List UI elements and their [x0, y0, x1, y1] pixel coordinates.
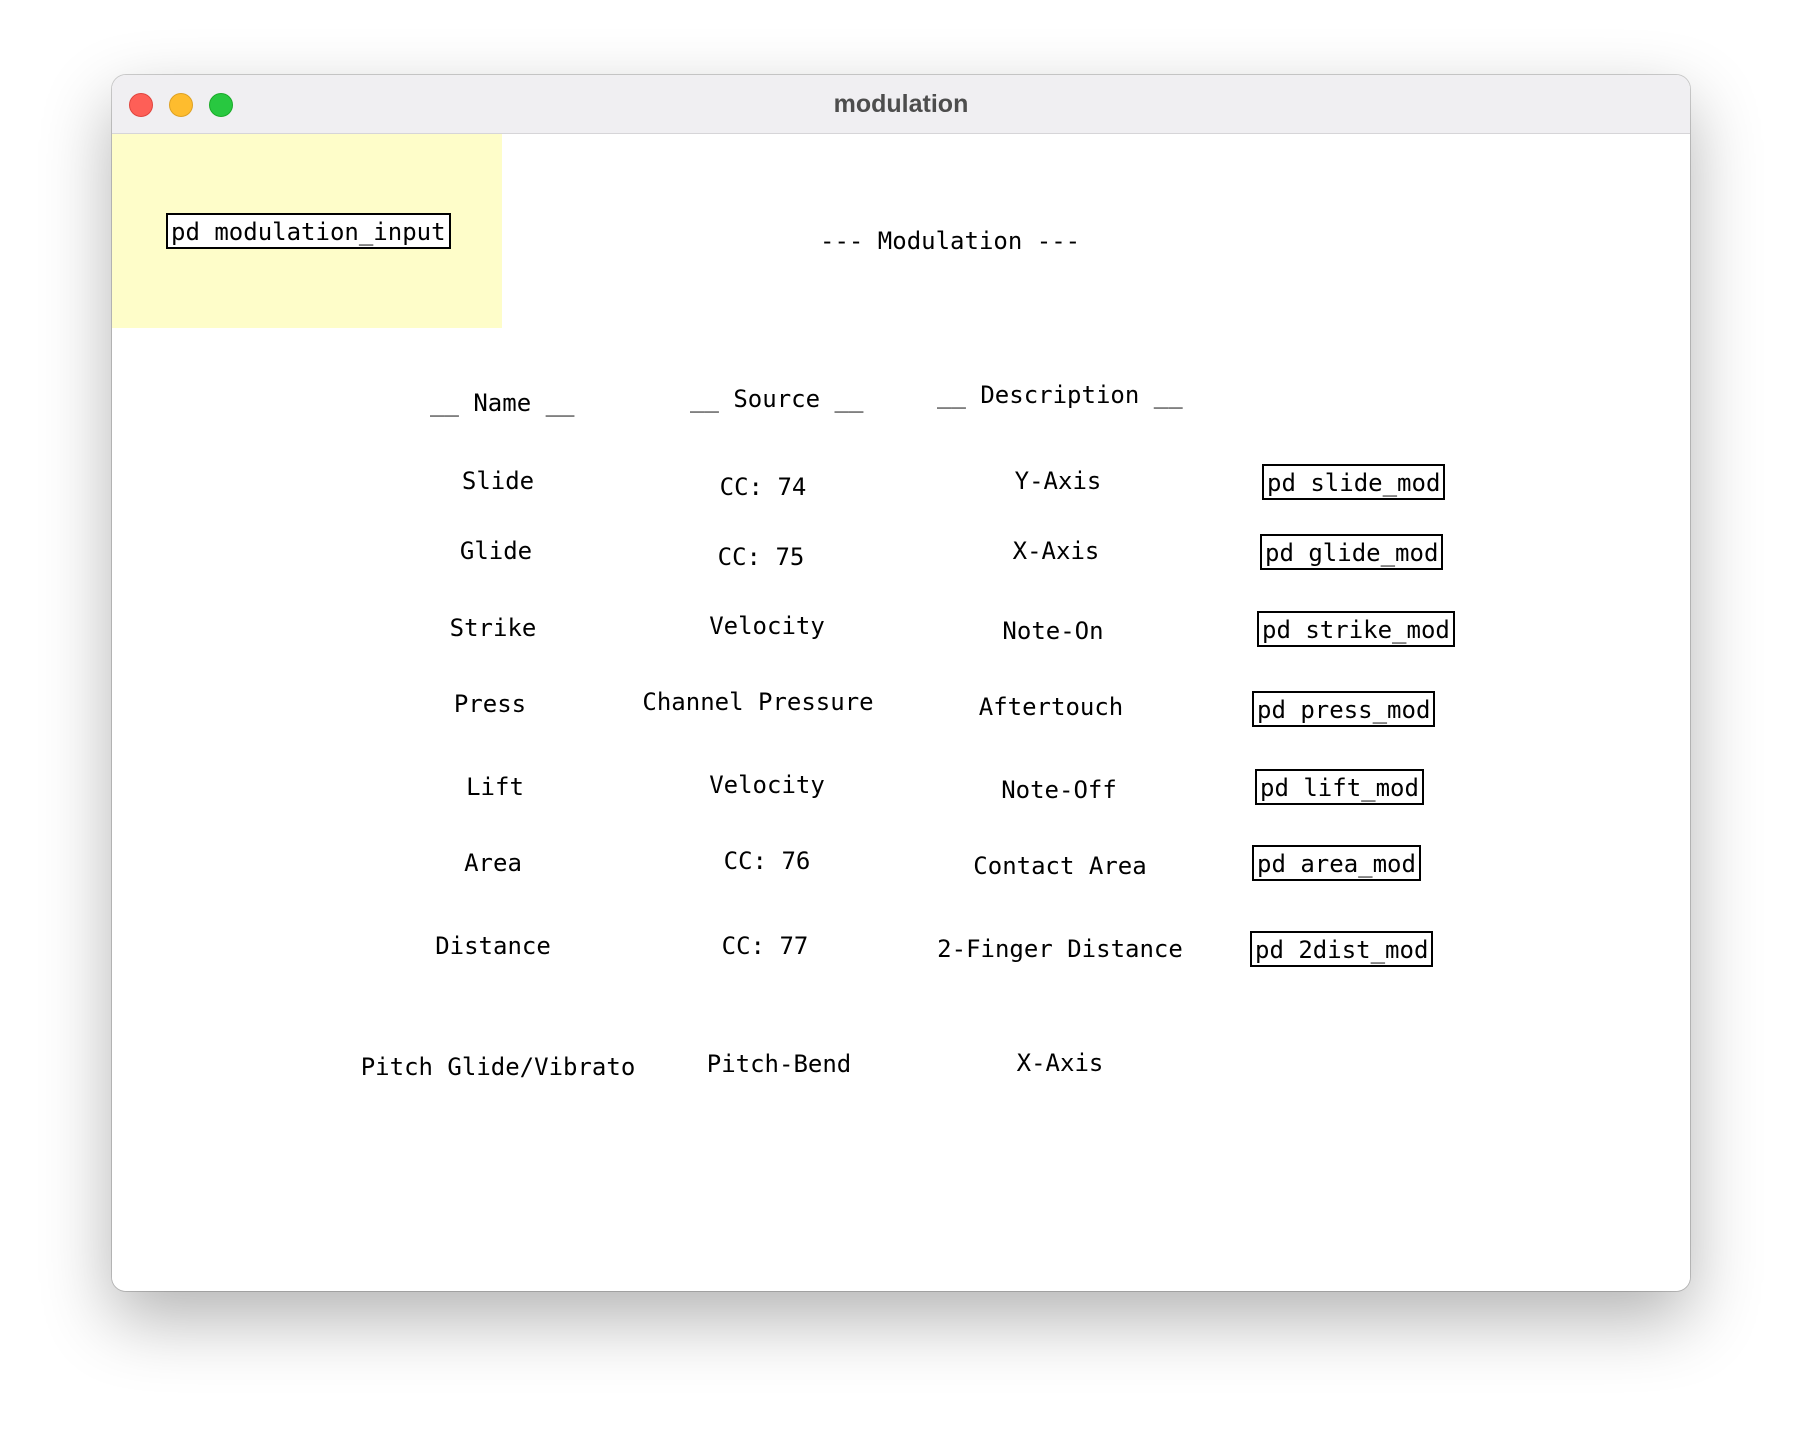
row-name: Lift: [466, 773, 524, 801]
object-press-mod[interactable]: pd press_mod: [1252, 691, 1436, 727]
row-description: Aftertouch: [978, 693, 1124, 721]
row-description: X-Axis: [1012, 537, 1100, 565]
column-header-description: __ Description __: [937, 381, 1183, 409]
row-source: CC: 74: [719, 473, 807, 501]
row-source: Channel Pressure: [642, 688, 874, 716]
row-name: Press: [453, 690, 527, 718]
row-description: X-Axis: [1016, 1049, 1104, 1077]
row-source: CC: 77: [721, 932, 809, 960]
row-description: Y-Axis: [1014, 467, 1102, 495]
row-name: Strike: [449, 614, 537, 642]
column-header-source: __ Source __: [690, 385, 864, 413]
row-source: Velocity: [709, 612, 825, 640]
row-name: Glide: [459, 537, 533, 565]
row-name: Area: [464, 849, 522, 877]
row-name: Distance: [435, 932, 551, 960]
row-description: Note-Off: [1001, 776, 1117, 804]
row-source: Pitch-Bend: [706, 1050, 852, 1078]
row-source: Velocity: [709, 771, 825, 799]
pd-patch-window: modulation pd modulation_input --- Modul…: [112, 75, 1690, 1291]
row-description: 2-Finger Distance: [937, 935, 1183, 963]
object-area-mod[interactable]: pd area_mod: [1252, 845, 1421, 881]
row-source: CC: 75: [717, 543, 805, 571]
object-lift-mod[interactable]: pd lift_mod: [1255, 769, 1424, 805]
object-2dist-mod[interactable]: pd 2dist_mod: [1250, 931, 1434, 967]
object-strike-mod[interactable]: pd strike_mod: [1257, 611, 1455, 647]
patch-canvas[interactable]: pd modulation_input --- Modulation --- _…: [112, 134, 1690, 1291]
object-modulation-input[interactable]: pd modulation_input: [166, 213, 451, 249]
row-description: Note-On: [1002, 617, 1104, 645]
column-header-name: __ Name __: [430, 389, 575, 417]
window-title: modulation: [833, 90, 969, 118]
title-bar[interactable]: modulation: [112, 75, 1690, 134]
heading-comment: --- Modulation ---: [820, 227, 1081, 255]
row-source: CC: 76: [723, 847, 811, 875]
object-glide-mod[interactable]: pd glide_mod: [1260, 534, 1444, 570]
row-name: Pitch Glide/Vibrato: [360, 1053, 636, 1081]
object-slide-mod[interactable]: pd slide_mod: [1262, 464, 1446, 500]
row-description: Contact Area: [973, 852, 1147, 880]
row-name: Slide: [461, 467, 535, 495]
